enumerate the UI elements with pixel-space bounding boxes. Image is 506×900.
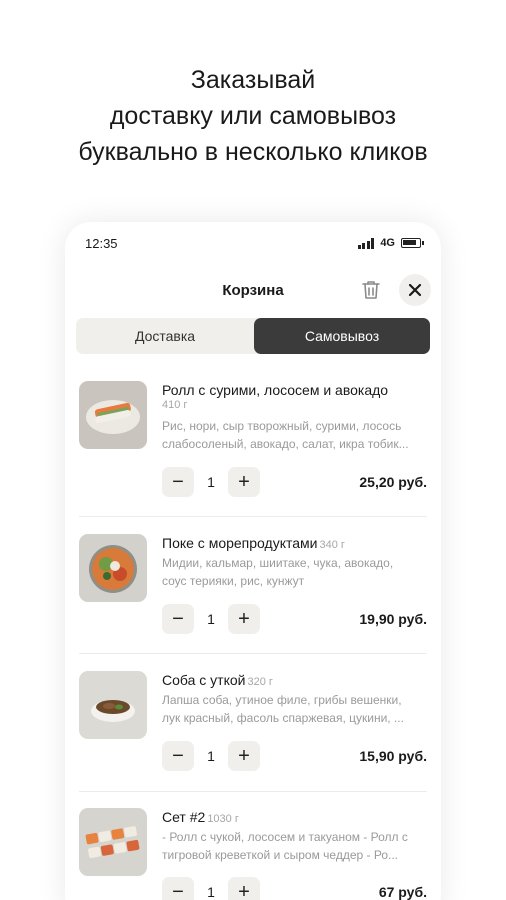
status-bar: 12:35 4G — [85, 236, 424, 254]
quantity-stepper: − 1 + — [162, 741, 260, 771]
quantity-value: 1 — [207, 748, 215, 764]
item-image-set — [79, 808, 147, 876]
phone-screen: 12:35 4G Корзина Доставка Самовывоз Ролл… — [65, 222, 441, 900]
cart-item: Поке с морепродуктами 340 г Мидии, кальма… — [79, 534, 427, 639]
decrease-button[interactable]: − — [162, 467, 194, 497]
divider — [79, 653, 427, 654]
item-name: Поке с морепродуктами — [162, 535, 318, 551]
quantity-stepper: − 1 + — [162, 877, 260, 900]
item-weight: 1030 г — [207, 813, 239, 825]
item-weight: 340 г — [319, 539, 345, 551]
decrease-button[interactable]: − — [162, 877, 194, 900]
divider — [79, 516, 427, 517]
decrease-button[interactable]: − — [162, 604, 194, 634]
item-price: 25,20 руб. — [359, 474, 427, 490]
decrease-button[interactable]: − — [162, 741, 194, 771]
item-name: Соба с уткой — [162, 672, 246, 688]
item-description-line-2: лук красный, фасоль спаржевая, цукини, .… — [162, 711, 404, 725]
network-type: 4G — [380, 237, 395, 249]
item-image-soba — [79, 671, 147, 739]
status-time: 12:35 — [85, 236, 118, 251]
item-description-line-1: - Ролл с чукой, лососем и такуаном - Рол… — [162, 830, 408, 844]
quantity-stepper: − 1 + — [162, 604, 260, 634]
headline-line-2: доставку или самовывоз — [109, 102, 397, 130]
item-description-line-1: Лапша соба, утиное филе, грибы вешенки, — [162, 693, 402, 707]
tab-pickup[interactable]: Самовывоз — [254, 318, 430, 354]
item-description-line-1: Рис, нори, сыр творожный, сурими, лосось — [162, 419, 402, 433]
trash-icon[interactable] — [359, 278, 383, 302]
divider — [79, 791, 427, 792]
item-description-line-1: Мидии, кальмар, шиитаке, чука, авокадо, — [162, 556, 394, 570]
increase-button[interactable]: + — [228, 877, 260, 900]
cart-item: Ролл с сурими, лососем и авокадо 410 г Р… — [79, 381, 427, 501]
item-price: 67 руб. — [378, 884, 427, 900]
item-image-poke — [79, 534, 147, 602]
quantity-value: 1 — [207, 474, 215, 490]
tab-delivery[interactable]: Доставка — [76, 318, 254, 354]
cart-item: Соба с уткой 320 г Лапша соба, утиное фил… — [79, 671, 427, 776]
increase-button[interactable]: + — [228, 741, 260, 771]
item-name: Ролл с сурими, лососем и авокадо — [162, 382, 389, 398]
cart-item: Сет #2 1030 г - Ролл с чукой, лососем и т… — [79, 808, 427, 900]
signal-icon — [357, 237, 375, 249]
item-weight: 320 г — [247, 676, 273, 688]
increase-button[interactable]: + — [228, 604, 260, 634]
close-button[interactable] — [399, 274, 431, 306]
headline-line-1: Заказывай — [190, 66, 316, 94]
item-description-line-2: тигровой креветкой и сыром чеддер - Ро..… — [162, 848, 399, 862]
item-description-line-2: соус терияки, рис, кунжут — [162, 574, 305, 588]
close-icon — [408, 283, 422, 297]
promo-headline: Заказывай доставку или самовывоз букваль… — [0, 62, 506, 170]
item-image-roll — [79, 381, 147, 449]
quantity-value: 1 — [207, 611, 215, 627]
delivery-mode-toggle: Доставка Самовывоз — [76, 318, 430, 354]
item-name: Сет #2 — [162, 809, 206, 825]
item-price: 19,90 руб. — [359, 611, 427, 627]
item-description-line-2: слабосоленый, авокадо, салат, икра тобик… — [162, 437, 409, 451]
item-weight: 410 г — [162, 399, 188, 411]
quantity-stepper: − 1 + — [162, 467, 260, 497]
item-price: 15,90 руб. — [359, 748, 427, 764]
headline-line-3: буквально в несколько кликов — [78, 138, 428, 166]
page-title: Корзина — [222, 282, 284, 299]
battery-icon — [401, 238, 424, 248]
quantity-value: 1 — [207, 884, 215, 900]
increase-button[interactable]: + — [228, 467, 260, 497]
